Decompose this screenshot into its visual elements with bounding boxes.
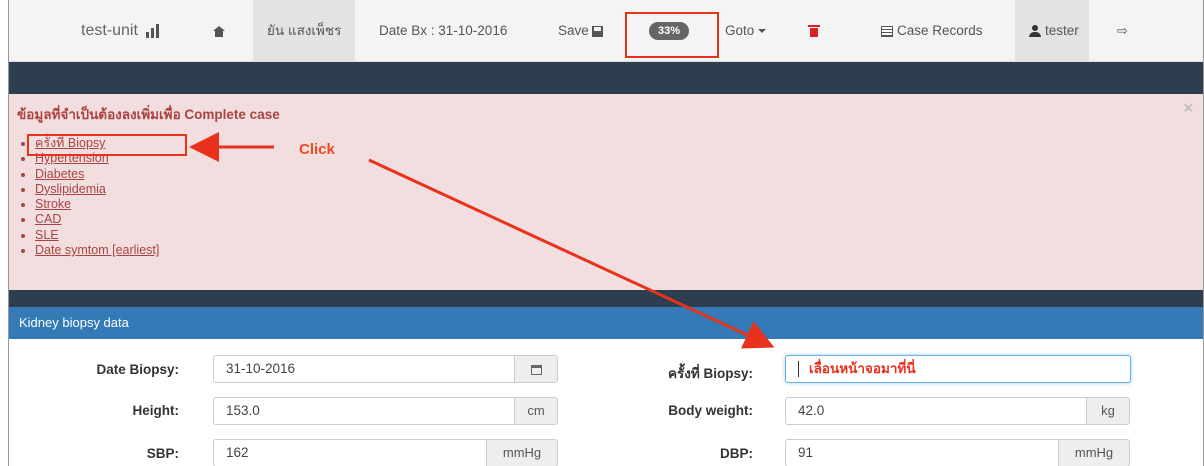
save-label: Save (558, 23, 589, 38)
date-bx-label: Date Bx : 31-10-2016 (379, 23, 508, 38)
missing-item-diabetes[interactable]: Diabetes (35, 167, 84, 181)
sign-out-icon: ⇨ (1117, 23, 1128, 38)
bar-chart-icon (146, 23, 162, 38)
missing-item-dyslipidemia[interactable]: Dyslipidemia (35, 182, 106, 196)
list-item[interactable]: CAD (35, 212, 159, 227)
biopsy-no-input[interactable]: เลื่อนหน้าจอมาที่นี่ (785, 355, 1131, 383)
case-records-label: Case Records (897, 23, 983, 38)
trash-icon (808, 25, 820, 38)
list-item[interactable]: Diabetes (35, 167, 159, 182)
click-annotation: Click (299, 141, 335, 158)
list-item[interactable]: Date symtom [earliest] (35, 243, 159, 258)
home-button[interactable] (213, 0, 225, 62)
calendar-icon (530, 364, 542, 375)
caret-down-icon (758, 29, 767, 34)
missing-item-date-symptom[interactable]: Date symtom [earliest] (35, 243, 159, 257)
patient-name-link[interactable]: ยัน แสงเพ็ชร (253, 0, 356, 62)
date-biopsy-label: Date Biopsy: (96, 362, 179, 377)
body-weight-unit: kg (1086, 397, 1130, 425)
app-frame: test-unit ยัน แสงเพ็ชร Date Bx : 31-10-2… (8, 0, 1204, 466)
user-menu[interactable]: tester (1015, 0, 1089, 62)
brand-label: test-unit (81, 22, 138, 39)
scroll-here-annotation: เลื่อนหน้าจอมาที่นี่ (809, 361, 916, 376)
body-weight-input[interactable]: 42.0 (785, 397, 1087, 425)
missing-item-sle[interactable]: SLE (35, 228, 59, 242)
body-weight-label: Body weight: (668, 403, 753, 418)
height-unit: cm (514, 397, 558, 425)
close-icon[interactable]: × (1184, 100, 1193, 118)
save-button[interactable]: Save (558, 0, 603, 62)
text-cursor (798, 361, 799, 378)
save-icon (591, 25, 603, 37)
alert-title: ข้อมูลที่จำเป็นต้องลงเพิ่มเพื่อ Complete… (17, 107, 280, 122)
height-input[interactable]: 153.0 (213, 397, 515, 425)
goto-label: Goto (725, 23, 755, 38)
brand-link[interactable]: test-unit (81, 0, 162, 62)
patient-name: ยัน แสงเพ็ชร (267, 23, 342, 38)
dbp-input[interactable]: 91 (785, 439, 1059, 466)
goto-dropdown[interactable]: Goto (725, 0, 767, 62)
date-bx-text: Date Bx : 31-10-2016 (379, 0, 507, 62)
header-dark-bar (9, 62, 1203, 94)
section-dark-bar (9, 290, 1203, 307)
sign-out-button[interactable]: ⇨ (1117, 0, 1128, 62)
biopsy-link-highlight-box (27, 134, 187, 156)
home-icon (213, 25, 225, 37)
sbp-unit: mmHg (486, 439, 558, 466)
list-item[interactable]: Dyslipidemia (35, 182, 159, 197)
biopsy-no-label: ครั้งที่ Biopsy: (667, 366, 753, 381)
progress-highlight-box (625, 12, 719, 58)
incomplete-case-alert: ข้อมูลที่จำเป็นต้องลงเพิ่มเพื่อ Complete… (9, 94, 1203, 290)
dbp-unit: mmHg (1058, 439, 1130, 466)
date-biopsy-input[interactable]: 31-10-2016 (213, 355, 515, 383)
height-label: Height: (132, 403, 180, 418)
kidney-biopsy-panel-heading: Kidney biopsy data (9, 307, 1203, 339)
list-item[interactable]: Stroke (35, 197, 159, 212)
calendar-button[interactable] (514, 355, 558, 383)
case-records-link[interactable]: Case Records (881, 0, 983, 62)
list-item[interactable]: SLE (35, 228, 159, 243)
user-label: tester (1045, 23, 1079, 38)
top-navbar: test-unit ยัน แสงเพ็ชร Date Bx : 31-10-2… (9, 0, 1203, 62)
dbp-label: DBP: (720, 446, 753, 461)
missing-item-cad[interactable]: CAD (35, 212, 61, 226)
sbp-input[interactable]: 162 (213, 439, 487, 466)
sbp-label: SBP: (146, 446, 179, 461)
missing-item-stroke[interactable]: Stroke (35, 197, 71, 211)
user-icon (1029, 25, 1041, 38)
delete-button[interactable] (808, 0, 820, 62)
list-icon (881, 25, 893, 37)
